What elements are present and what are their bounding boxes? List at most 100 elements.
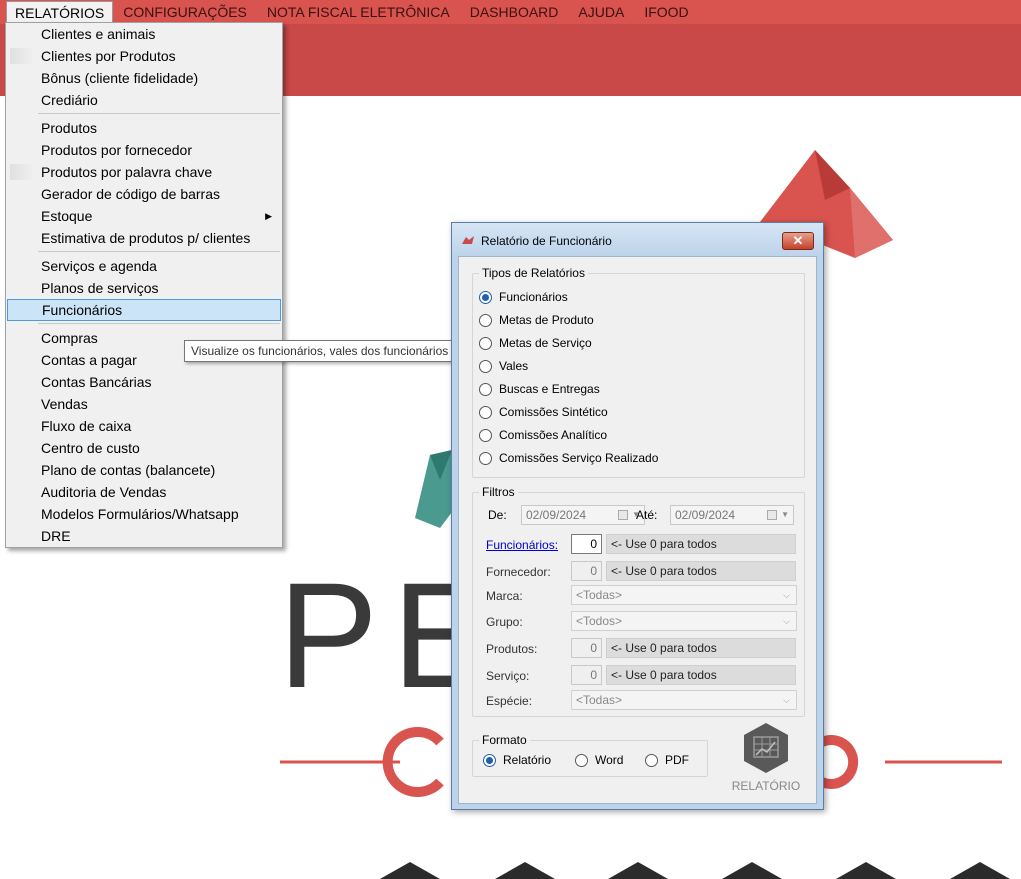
radio-label: Comissões Sintético — [499, 405, 608, 419]
select-value: <Todos> — [576, 614, 623, 628]
radio-button[interactable] — [483, 753, 496, 767]
menu-dashboard[interactable]: DASHBOARD — [460, 1, 569, 23]
menu-relatorios[interactable]: RELATÓRIOS — [6, 1, 114, 23]
produtos-label: Produtos: — [486, 642, 538, 656]
radio-button[interactable] — [479, 290, 492, 304]
chevron-down-icon: ⌵ — [783, 590, 790, 600]
radio-label: Vales — [499, 359, 529, 373]
menu-item-label: Clientes por Produtos — [41, 48, 176, 64]
radio-label: Funcionários — [499, 290, 568, 304]
menu-item-estimativa[interactable]: Estimativa de produtos p/ clientes — [6, 227, 282, 249]
menu-item-plano-contas[interactable]: Plano de contas (balancete) — [6, 459, 282, 481]
menu-item-vendas[interactable]: Vendas — [6, 393, 282, 415]
ate-label: Até: — [636, 508, 658, 522]
date-from-input[interactable]: 02/09/2024 ▼ — [521, 505, 645, 525]
fornecedor-label: Fornecedor: — [486, 565, 551, 579]
marca-select[interactable]: <Todas> ⌵ — [571, 585, 797, 605]
select-value: <Todas> — [576, 588, 623, 602]
servico-label: Serviço: — [486, 669, 530, 683]
chevron-down-icon: ▼ — [781, 510, 789, 519]
menu-item-contas-bancarias[interactable]: Contas Bancárias — [6, 371, 282, 393]
menu-item-servicos-agenda[interactable]: Serviços e agenda — [6, 255, 282, 277]
menu-ifood[interactable]: IFOOD — [634, 1, 698, 23]
close-button[interactable]: ✕ — [782, 232, 814, 250]
menu-item-dre[interactable]: DRE — [6, 525, 282, 547]
radio-button[interactable] — [479, 359, 492, 373]
radio-word[interactable]: Word — [575, 751, 623, 769]
grupo-select[interactable]: <Todos> ⌵ — [571, 611, 797, 631]
menu-item-label: Estoque — [41, 208, 93, 224]
radio-button[interactable] — [479, 428, 492, 442]
relatorio-button[interactable]: RELATÓRIO — [727, 721, 805, 801]
calendar-icon — [767, 510, 777, 520]
filtros-group: Filtros De: 02/09/2024 ▼ Até: 02/09/2024… — [472, 485, 805, 717]
formato-group: Formato Relatório Word PDF — [472, 733, 708, 777]
radio-pdf[interactable]: PDF — [645, 751, 689, 769]
dialog-title: Relatório de Funcionário — [481, 234, 612, 248]
servico-code-input[interactable]: 0 — [571, 665, 602, 685]
radio-buscas-entregas[interactable]: Buscas e Entregas — [479, 380, 600, 398]
menu-item-estoque[interactable]: Estoque ▶ — [6, 205, 282, 227]
de-label: De: — [488, 508, 507, 522]
fornecedor-code-input[interactable]: 0 — [571, 561, 602, 581]
radio-button[interactable] — [645, 753, 658, 767]
radio-comissoes-sintetico[interactable]: Comissões Sintético — [479, 403, 608, 421]
funcionarios-link[interactable]: Funcionários: — [486, 538, 558, 552]
radio-relatorio[interactable]: Relatório — [483, 751, 551, 769]
radio-label: Metas de Produto — [499, 313, 594, 327]
menu-item-auditoria-vendas[interactable]: Auditoria de Vendas — [6, 481, 282, 503]
app-logo-icon — [462, 236, 474, 244]
menu-item-planos-servicos[interactable]: Planos de serviços — [6, 277, 282, 299]
grupo-label: Grupo: — [486, 615, 523, 629]
menu-item-clientes-produtos[interactable]: Clientes por Produtos — [6, 45, 282, 67]
menu-item-crediario[interactable]: Crediário — [6, 89, 282, 111]
radio-comissoes-servico[interactable]: Comissões Serviço Realizado — [479, 449, 658, 467]
menu-item-clientes-animais[interactable]: Clientes e animais — [6, 23, 282, 45]
group-legend: Tipos de Relatórios — [479, 266, 588, 280]
fornecedor-hint: <- Use 0 para todos — [606, 561, 796, 581]
chevron-down-icon: ⌵ — [783, 616, 790, 626]
radio-button[interactable] — [479, 405, 492, 419]
menu-ajuda[interactable]: AJUDA — [568, 1, 634, 23]
menu-item-produtos[interactable]: Produtos — [6, 117, 282, 139]
especie-label: Espécie: — [486, 694, 533, 708]
radio-comissoes-analitico[interactable]: Comissões Analítico — [479, 426, 607, 444]
menu-item-funcionarios[interactable]: Funcionários — [7, 299, 281, 321]
radio-label: Relatório — [503, 753, 552, 767]
date-to-input[interactable]: 02/09/2024 ▼ — [670, 505, 794, 525]
menu-nota-fiscal[interactable]: NOTA FISCAL ELETRÔNICA — [257, 1, 460, 23]
calendar-icon — [618, 510, 628, 520]
menu-item-produtos-palavra[interactable]: Produtos por palavra chave — [6, 161, 282, 183]
tipos-relatorios-group: Tipos de Relatórios Funcionários Metas d… — [472, 266, 805, 478]
produtos-hint: <- Use 0 para todos — [606, 638, 796, 658]
relatorio-button-label: RELATÓRIO — [731, 779, 801, 793]
relatorios-dropdown: Clientes e animais Clientes por Produtos… — [5, 22, 283, 548]
menu-configuracoes[interactable]: CONFIGURAÇÕES — [113, 1, 257, 23]
radio-vales[interactable]: Vales — [479, 357, 528, 375]
funcionarios-code-input[interactable]: 0 — [571, 534, 602, 554]
menu-item-produtos-fornecedor[interactable]: Produtos por fornecedor — [6, 139, 282, 161]
group-legend: Formato — [479, 733, 530, 747]
especie-select[interactable]: <Todas> ⌵ — [571, 690, 797, 710]
group-legend: Filtros — [479, 485, 518, 499]
radio-button[interactable] — [479, 313, 492, 327]
menu-item-modelos-formularios[interactable]: Modelos Formulários/Whatsapp — [6, 503, 282, 525]
radio-button[interactable] — [575, 753, 588, 767]
menu-item-gerador-codigo[interactable]: Gerador de código de barras — [6, 183, 282, 205]
radio-button[interactable] — [479, 451, 492, 465]
relatorio-funcionario-dialog: Relatório de Funcionário ✕ Tipos de Rela… — [451, 222, 824, 810]
teal-shape-icon — [415, 450, 452, 528]
menu-item-bonus[interactable]: Bônus (cliente fidelidade) — [6, 67, 282, 89]
report-chart-icon — [744, 723, 788, 773]
dialog-title-bar[interactable]: Relatório de Funcionário ✕ — [452, 223, 823, 257]
chevron-down-icon: ⌵ — [783, 695, 790, 705]
radio-metas-produto[interactable]: Metas de Produto — [479, 311, 594, 329]
radio-metas-servico[interactable]: Metas de Serviço — [479, 334, 592, 352]
produtos-code-input[interactable]: 0 — [571, 638, 602, 658]
marca-label: Marca: — [486, 589, 523, 603]
radio-button[interactable] — [479, 382, 492, 396]
radio-button[interactable] — [479, 336, 492, 350]
menu-item-centro-custo[interactable]: Centro de custo — [6, 437, 282, 459]
menu-item-fluxo-caixa[interactable]: Fluxo de caixa — [6, 415, 282, 437]
radio-funcionarios[interactable]: Funcionários — [479, 288, 568, 306]
